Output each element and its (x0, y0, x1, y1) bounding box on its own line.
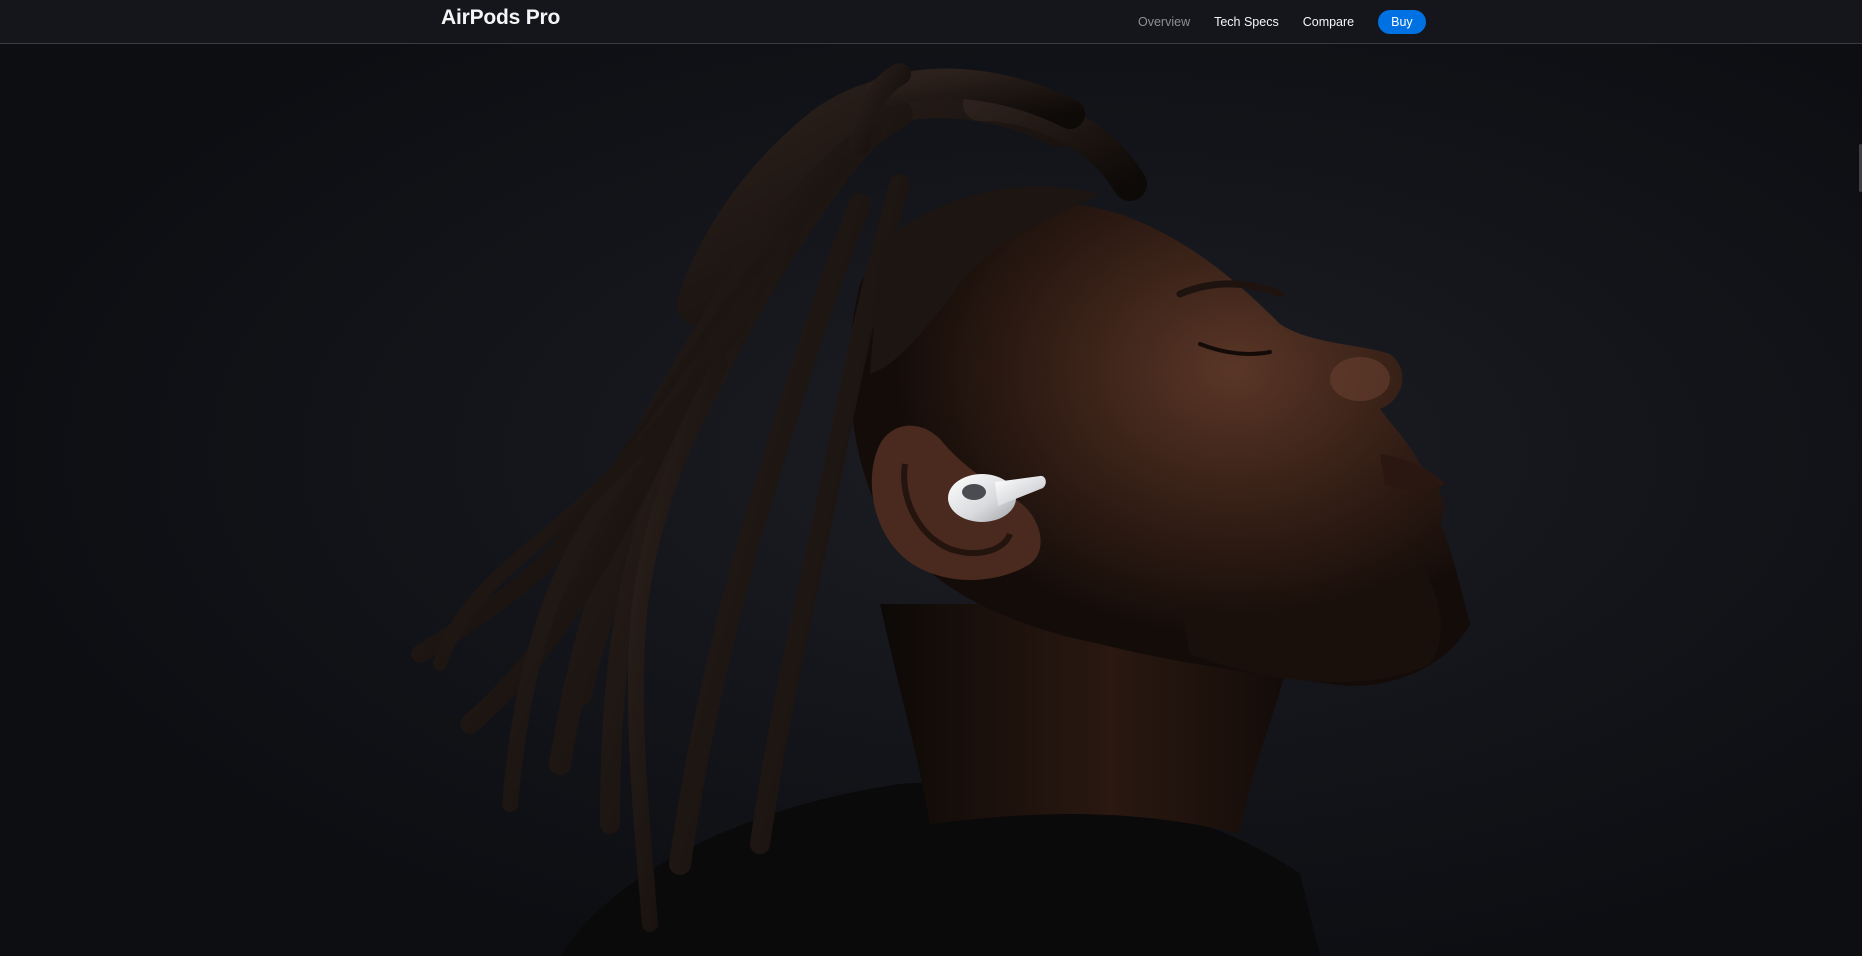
hero-photo-illustration (0, 44, 1862, 956)
airpods-pro-page: AirPods Pro Overview Tech Specs Compare … (0, 0, 1862, 956)
hero-image (0, 44, 1862, 956)
buy-button[interactable]: Buy (1378, 10, 1426, 34)
nav-link-compare[interactable]: Compare (1303, 15, 1354, 29)
product-title[interactable]: AirPods Pro (441, 6, 560, 30)
product-local-nav: AirPods Pro Overview Tech Specs Compare … (0, 0, 1862, 44)
nav-link-tech-specs[interactable]: Tech Specs (1214, 15, 1279, 29)
local-nav-menu: Overview Tech Specs Compare Buy (1138, 0, 1426, 44)
nav-link-overview[interactable]: Overview (1138, 15, 1190, 29)
nose-highlight (1330, 357, 1390, 401)
